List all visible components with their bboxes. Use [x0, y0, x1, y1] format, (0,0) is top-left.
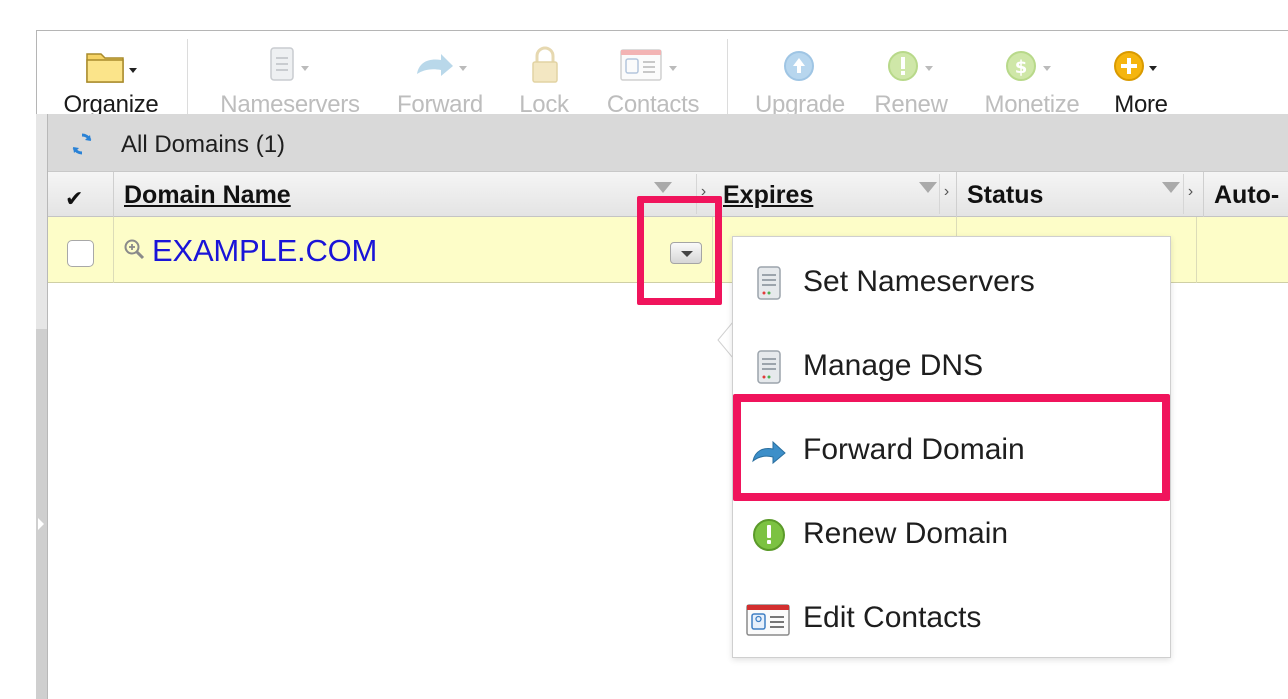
- list-title: All Domains (1): [121, 131, 286, 158]
- renew-button[interactable]: Renew: [865, 31, 957, 114]
- column-resize-handle[interactable]: ›: [939, 174, 953, 214]
- contact-card-icon: [746, 604, 790, 636]
- menu-item-renew-domain[interactable]: Renew Domain: [733, 491, 1170, 575]
- column-expires[interactable]: Expires ›: [713, 172, 961, 217]
- upgrade-button[interactable]: Upgrade: [745, 31, 855, 114]
- zoom-icon[interactable]: [123, 238, 145, 260]
- server-icon: [757, 266, 781, 300]
- dollar-coin-icon: $: [1006, 51, 1051, 81]
- server-icon: [270, 47, 309, 81]
- menu-item-set-nameservers[interactable]: Set Nameservers: [733, 239, 1170, 323]
- renew-icon: [753, 519, 785, 551]
- select-all-checkmark-icon[interactable]: ✔: [65, 186, 83, 212]
- contacts-button[interactable]: Contacts: [597, 31, 709, 114]
- plus-circle-icon: [1114, 51, 1157, 81]
- column-auto-renew[interactable]: Auto-: [1203, 172, 1288, 217]
- menu-pointer: [717, 322, 733, 358]
- collapse-sidebar-handle[interactable]: [36, 114, 48, 699]
- toolbar: Organize Nameservers Forward Lock Contac…: [37, 31, 1288, 114]
- lock-icon: [532, 46, 558, 83]
- forward-arrow-icon: [417, 54, 467, 76]
- refresh-icon[interactable]: [68, 130, 96, 158]
- nameservers-button[interactable]: Nameservers: [207, 31, 373, 114]
- dropdown-button-highlight: [637, 196, 722, 305]
- expand-arrow-icon: [38, 518, 44, 530]
- list-header: All Domains (1): [48, 114, 1288, 172]
- server-icon: [757, 350, 781, 384]
- menu-item-edit-contacts[interactable]: Edit Contacts: [733, 575, 1170, 659]
- contact-card-icon: [620, 49, 677, 81]
- filter-icon[interactable]: [654, 182, 672, 193]
- lock-button[interactable]: Lock: [509, 31, 579, 114]
- column-domain-name[interactable]: Domain Name ›: [113, 172, 706, 217]
- column-resize-handle[interactable]: ›: [1183, 174, 1197, 214]
- filter-icon[interactable]: [919, 182, 937, 193]
- folder-icon: [86, 53, 137, 83]
- renew-icon: [888, 51, 933, 81]
- svg-text:$: $: [1015, 57, 1028, 78]
- upgrade-icon: [784, 51, 814, 81]
- monetize-button[interactable]: $ Monetize: [973, 31, 1091, 114]
- column-status[interactable]: Status ›: [956, 172, 1202, 217]
- filter-icon[interactable]: [1162, 182, 1180, 193]
- more-button[interactable]: More: [1101, 31, 1181, 114]
- forward-domain-highlight: [733, 394, 1170, 501]
- domain-link[interactable]: EXAMPLE.COM: [152, 233, 377, 269]
- organize-button[interactable]: Organize: [55, 31, 167, 114]
- row-checkbox[interactable]: [67, 240, 94, 267]
- forward-button[interactable]: Forward: [389, 31, 491, 114]
